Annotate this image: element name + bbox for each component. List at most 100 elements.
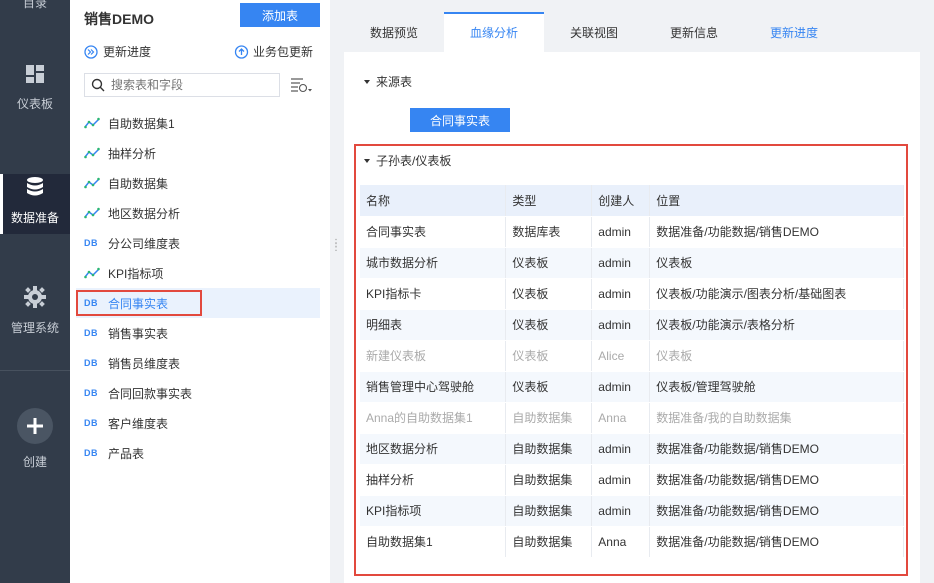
cell-type: 自助数据集 [505, 402, 593, 434]
detail-tabs: 数据预览 血缘分析 关联视图 更新信息 更新进度 [344, 12, 920, 52]
lineage-table: 名称 类型 创建人 位置 合同事实表 数据库表 admin 数据准备/功能数据/销售D… [360, 185, 904, 558]
cell-location: 数据准备/功能数据/销售DEMO [649, 464, 904, 496]
package-update-link[interactable]: 业务包更新 [234, 43, 313, 60]
plus-circle-icon [0, 408, 70, 447]
tree-item-label: KPI指标项 [108, 266, 164, 281]
database-icon [0, 176, 70, 201]
table-row[interactable]: 地区数据分析 自助数据集 admin 数据准备/功能数据/销售DEMO [360, 433, 904, 465]
tree-item-label: 抽样分析 [108, 146, 157, 161]
cell-type: 自助数据集 [505, 433, 593, 465]
tree-item[interactable]: 自助数据集 [76, 168, 320, 198]
table-row[interactable]: 新建仪表板 仪表板 Alice 仪表板 [360, 340, 904, 372]
update-progress-label: 更新进度 [103, 45, 152, 59]
nav-item-catalog-label[interactable]: 目录 [0, 0, 70, 11]
table-row[interactable]: 销售管理中心驾驶舱 仪表板 admin 仪表板/管理驾驶舱 [360, 371, 904, 403]
tree-item[interactable]: KPI指标项 [76, 258, 320, 288]
panel-resize-handle[interactable]: ⋮ ⋮ [331, 239, 341, 253]
dashboard-icon [0, 64, 70, 87]
source-heading: 来源表 [376, 75, 413, 89]
cell-location: 数据准备/功能数据/销售DEMO [649, 216, 904, 248]
table-row[interactable]: KPI指标卡 仪表板 admin 仪表板/功能演示/图表分析/基础图表 [360, 278, 904, 310]
cell-location: 数据准备/功能数据/销售DEMO [649, 433, 904, 465]
nav-item-dashboard[interactable]: 仪表板 [0, 64, 70, 112]
cell-creator: Anna [591, 402, 651, 434]
cell-name: 合同事实表 [360, 216, 507, 248]
tree-item-label: 分公司维度表 [108, 236, 181, 251]
tab-data-preview[interactable]: 数据预览 [344, 12, 444, 52]
nav-item-label: 创建 [22, 455, 47, 469]
children-section-toggle[interactable]: 子孙表/仪表板 [364, 152, 451, 169]
cell-creator: admin [591, 464, 651, 496]
cell-name: Anna的自助数据集1 [360, 402, 507, 434]
cell-type: 数据库表 [505, 216, 593, 248]
cell-creator: Anna [591, 526, 651, 558]
cell-creator: admin [591, 247, 651, 279]
search-icon [91, 78, 105, 92]
tree-item[interactable]: 抽样分析 [76, 138, 320, 168]
col-header-type: 类型 [505, 185, 593, 217]
cell-type: 仪表板 [505, 371, 593, 403]
table-row[interactable]: 抽样分析 自助数据集 admin 数据准备/功能数据/销售DEMO [360, 464, 904, 496]
tree-item-label: 销售员维度表 [108, 356, 181, 371]
tab-update-progress[interactable]: 更新进度 [744, 12, 844, 52]
col-header-location: 位置 [649, 185, 904, 217]
add-table-button[interactable]: 添加表 [240, 3, 320, 27]
lineage-table-body: 合同事实表 数据库表 admin 数据准备/功能数据/销售DEMO 城市数据分析 仪表板 a… [360, 216, 904, 558]
tree-item-label: 客户维度表 [108, 416, 169, 431]
search-input[interactable] [111, 78, 271, 92]
cell-type: 仪表板 [505, 340, 593, 372]
db-table-icon: DB [84, 418, 98, 428]
db-table-icon: DB [84, 448, 98, 458]
cell-name: KPI指标卡 [360, 278, 507, 310]
nav-item-create[interactable]: 创建 [0, 408, 70, 470]
tab-relation-view[interactable]: 关联视图 [544, 12, 644, 52]
source-section-toggle[interactable]: 来源表 [364, 73, 412, 90]
tree-item[interactable]: DB 产品表 [76, 438, 320, 468]
selection-highlight [76, 290, 202, 316]
update-progress-link[interactable]: 更新进度 [84, 43, 151, 60]
cell-creator: Alice [591, 340, 651, 372]
tab-lineage[interactable]: 血缘分析 [444, 12, 544, 52]
tree-item[interactable]: DB 销售员维度表 [76, 348, 320, 378]
sort-filter-icon[interactable] [290, 77, 312, 96]
tree-item-label: 合同回款事实表 [108, 386, 193, 401]
nav-divider [0, 370, 70, 371]
nav-item-data-prep[interactable]: 数据准备 [0, 174, 70, 234]
table-row[interactable]: KPI指标项 自助数据集 admin 数据准备/功能数据/销售DEMO [360, 495, 904, 527]
tree-item[interactable]: DB 销售事实表 [76, 318, 320, 348]
update-progress-icon [84, 44, 98, 59]
table-row[interactable]: 自助数据集1 自助数据集 Anna 数据准备/功能数据/销售DEMO [360, 526, 904, 558]
tree-item[interactable]: DB 合同回款事实表 [76, 378, 320, 408]
cell-type: 自助数据集 [505, 495, 593, 527]
tree-item[interactable]: 自助数据集1 [76, 108, 320, 138]
caret-down-icon [364, 158, 370, 163]
etl-dataset-icon [84, 117, 102, 129]
cell-location: 数据准备/功能数据/销售DEMO [649, 495, 904, 527]
cell-location: 仪表板/管理驾驶舱 [649, 371, 904, 403]
nav-item-admin[interactable]: 管理系统 [0, 286, 70, 336]
table-row[interactable]: Anna的自助数据集1 自助数据集 Anna 数据准备/我的自助数据集 [360, 402, 904, 434]
tab-update-info[interactable]: 更新信息 [644, 12, 744, 52]
cell-location: 仪表板 [649, 340, 904, 372]
cell-creator: admin [591, 495, 651, 527]
tree-item-label: 自助数据集 [108, 176, 169, 191]
etl-dataset-icon [84, 267, 102, 279]
cell-location: 数据准备/我的自助数据集 [649, 402, 904, 434]
source-table-button[interactable]: 合同事实表 [410, 108, 510, 132]
cell-creator: admin [591, 433, 651, 465]
table-row[interactable]: 明细表 仪表板 admin 仪表板/功能演示/表格分析 [360, 309, 904, 341]
package-update-label: 业务包更新 [253, 45, 314, 59]
table-row[interactable]: 合同事实表 数据库表 admin 数据准备/功能数据/销售DEMO [360, 216, 904, 248]
table-row[interactable]: 城市数据分析 仪表板 admin 仪表板 [360, 247, 904, 279]
etl-dataset-icon [84, 177, 102, 189]
db-table-icon: DB [84, 238, 98, 248]
nav-item-label: 管理系统 [10, 321, 59, 335]
tree-item[interactable]: DB 合同事实表 [76, 288, 320, 318]
tree-item[interactable]: DB 分公司维度表 [76, 228, 320, 258]
tree-item-label: 自助数据集1 [108, 116, 175, 131]
cell-creator: admin [591, 371, 651, 403]
cell-location: 仪表板/功能演示/图表分析/基础图表 [649, 278, 904, 310]
tree-item-label: 销售事实表 [108, 326, 169, 341]
tree-item[interactable]: DB 客户维度表 [76, 408, 320, 438]
tree-item[interactable]: 地区数据分析 [76, 198, 320, 228]
